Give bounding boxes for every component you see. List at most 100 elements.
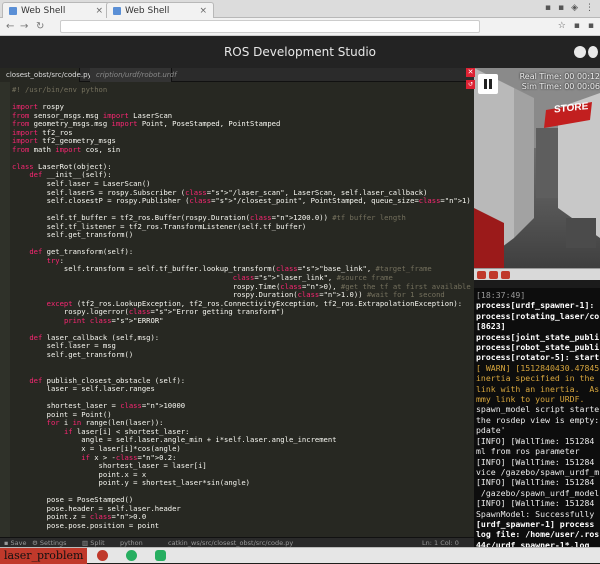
power-icon[interactable] (97, 550, 108, 561)
terminal-line: [urdf_spawner-1] process (476, 518, 600, 529)
simulation-clock: Real Time: 00 00:12 Sim Time: 00 00:06 (500, 72, 600, 92)
terminal-line: mmy link to your URDF. (476, 394, 585, 405)
stop-icon[interactable] (489, 271, 498, 279)
bottom-bar: laser_problem (0, 547, 600, 564)
terminal-line: [INFO] [WallTime: 151284 (476, 498, 595, 509)
code-line: self.get_transform() (12, 230, 134, 240)
terminal-line: spawn_model script starte (476, 404, 600, 415)
terminal-line: /gazebo/spawn_urdf_model (476, 487, 600, 498)
file-path: catkin_ws/src/closest_obst/src/code.py (168, 539, 294, 547)
editor-status-bar: ▪ Save ⚙ Settings ▥ Split python catkin_… (0, 537, 474, 547)
app-title: ROS Development Studio (223, 45, 377, 59)
terminal-line: process[joint_state_publi (476, 331, 600, 342)
terminal-line: process[urdf_spawner-1]: (476, 300, 600, 311)
code-line: self.get_transform() (12, 349, 134, 359)
terminal-line: log file: /home/user/.ros (476, 529, 600, 540)
browser-tab-strip: Web Shell × Web Shell × ▪ ▪ ◈ ⋮ (0, 0, 600, 18)
editor-tab-label: cription/urdf/robot.urdf (96, 71, 177, 79)
extension-icon[interactable]: ▪ (558, 3, 564, 13)
extension-icon[interactable]: ▪ (574, 21, 580, 31)
code-line: laser = self.laser.ranges (12, 384, 155, 394)
project-name-badge[interactable]: laser_problem (0, 548, 88, 564)
editor-tab-code-py[interactable]: closest_obst/src/code.py (0, 68, 92, 82)
browser-extension-icons: ▪ ▪ ◈ ⋮ (545, 3, 594, 13)
editor-tab-bar: closest_obst/src/code.py cription/urdf/r… (0, 68, 474, 82)
language-mode[interactable]: python (120, 539, 143, 547)
help-icon[interactable] (126, 550, 137, 561)
code-line: point.y = shortest_laser*sin(angle) (12, 478, 250, 488)
record-icon[interactable] (477, 271, 486, 279)
bookmark-icon[interactable]: ☆ (558, 21, 566, 31)
editor-tab-label: closest_obst/src/code.py (6, 71, 92, 79)
account-icon[interactable] (588, 46, 598, 58)
split-icon: ▥ (82, 539, 91, 547)
extension-icon[interactable]: ▪ (545, 3, 551, 13)
close-tab-icon[interactable]: × (95, 6, 103, 16)
split-button[interactable]: ▥ Split (82, 539, 105, 547)
terminal-header (474, 280, 600, 288)
browser-tab-title: Web Shell (125, 5, 170, 16)
simulation-toolbar (474, 268, 600, 280)
code-line: from math import cos, sin (12, 144, 121, 154)
terminal-line: process[rotating_laser/co (476, 310, 600, 321)
pause-button[interactable] (478, 74, 498, 94)
back-icon[interactable]: ← (6, 21, 14, 32)
gear-icon: ⚙ (32, 539, 40, 547)
terminal-line: [INFO] [WallTime: 151284 (476, 477, 595, 488)
code-line: pose.pose.position = point (12, 520, 160, 530)
simulation-scene: STORE (474, 68, 600, 268)
gazebo-simulation-view[interactable]: STORE (474, 68, 600, 268)
terminal-output[interactable]: [18:37:49] process[urdf_spawner-1]: proce… (474, 288, 600, 547)
settings-button[interactable]: ⚙ Settings (32, 539, 67, 547)
terminal-line: [8623] (476, 321, 506, 332)
save-button[interactable]: ▪ Save (4, 539, 26, 547)
terminal-timestamp: [18:37:49] (476, 290, 526, 300)
terminal-line: [ WARN] [1512840430.47845 (476, 362, 600, 373)
browser-tab-1[interactable]: Web Shell × (2, 2, 110, 18)
terminal-line: link with an inertia. As (476, 383, 600, 394)
line-gutter (0, 82, 10, 537)
terminal-line: pdate' (476, 425, 506, 436)
layers-icon[interactable]: ◈ (571, 3, 578, 13)
code-line: def get_transform(self): (29, 247, 134, 257)
real-time-readout: Real Time: 00 00:12 (519, 72, 600, 81)
chat-icon[interactable] (155, 550, 166, 561)
url-input[interactable] (60, 20, 480, 33)
terminal-line: process[rotator-5]: start (476, 352, 600, 363)
globe-icon[interactable] (574, 46, 586, 58)
terminal-line: the rosdep view is empty: (476, 414, 600, 425)
code-line: self.closestP = rospy.Publisher (class="… (12, 196, 471, 206)
terminal-line: 44c/urdf_spawner-1*.log (476, 539, 590, 547)
toolbar-icons: ☆ ▪ ▪ (558, 21, 594, 31)
address-bar: ← → ↻ ☆ ▪ ▪ (0, 18, 600, 36)
page-icon (9, 6, 17, 15)
menu-icon[interactable]: ⋮ (585, 3, 594, 13)
code-line: print class="s">"ERROR" (63, 315, 164, 325)
app-header: ROS Development Studio (0, 36, 600, 68)
terminal-line: inertia specified in the (476, 373, 600, 384)
close-tab-icon[interactable]: × (199, 6, 207, 16)
terminal-line: [INFO] [WallTime: 151284 (476, 456, 595, 467)
forward-icon[interactable]: → (20, 21, 28, 32)
editor-tab-robot-urdf[interactable]: cription/urdf/robot.urdf (90, 68, 177, 82)
sim-time-readout: Sim Time: 00 00:06 (521, 82, 600, 91)
terminal-text: [18:37:49] process[urdf_spawner-1]: proce… (476, 290, 599, 547)
reload-icon[interactable]: ↻ (36, 21, 44, 32)
code-line: from geometry_msgs.msg import Point, Pos… (12, 119, 281, 129)
browser-tab-title: Web Shell (21, 5, 66, 16)
camera-icon[interactable] (501, 271, 510, 279)
terminal-line: ml from ros parameter (476, 446, 580, 457)
close-simulation-icon[interactable]: ✕ (466, 68, 475, 77)
terminal-line: SpawnModel: Successfully (476, 508, 595, 519)
extension-icon[interactable]: ▪ (588, 21, 594, 31)
code-editor[interactable]: #! /usr/bin/env python import rospy from … (0, 82, 474, 537)
terminal-line: process[robot_state_publi (476, 342, 600, 353)
code-text[interactable]: #! /usr/bin/env python import rospy from … (12, 85, 474, 537)
code-line: #! /usr/bin/env python (12, 85, 108, 94)
cursor-position: Ln: 1 Col: 0 (422, 539, 459, 547)
reset-simulation-icon[interactable]: ↺ (466, 80, 475, 89)
page-icon (113, 6, 121, 15)
browser-tab-2[interactable]: Web Shell × (106, 2, 214, 18)
